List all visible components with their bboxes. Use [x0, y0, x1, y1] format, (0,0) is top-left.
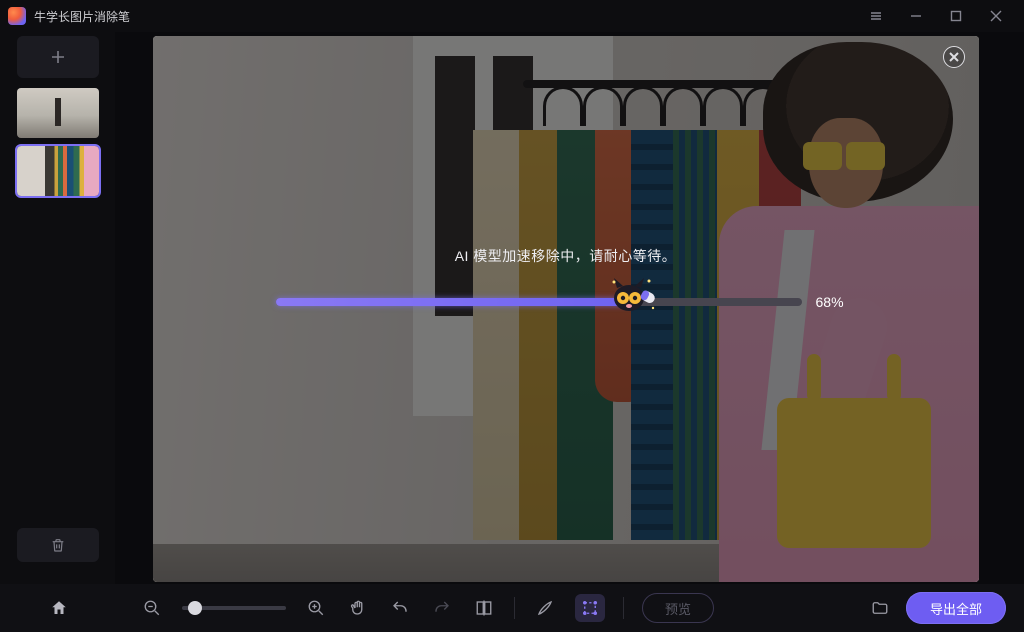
add-image-button[interactable]	[17, 36, 99, 78]
compare-button[interactable]	[472, 596, 496, 620]
app-title: 牛学长图片消除笔	[34, 8, 130, 25]
progress-percent: 68%	[816, 294, 856, 310]
zoom-out-button[interactable]	[140, 596, 164, 620]
delete-button[interactable]	[17, 528, 99, 562]
selection-tool-button[interactable]	[575, 594, 605, 622]
thumbnail-2[interactable]	[17, 146, 99, 196]
progress-label: AI 模型加速移除中，请耐心等待。	[455, 246, 677, 266]
maximize-button[interactable]	[936, 0, 976, 32]
zoom-in-button[interactable]	[304, 596, 328, 620]
open-folder-button[interactable]	[868, 596, 892, 620]
thumbnail-1[interactable]	[17, 88, 99, 138]
bottom-toolbar: 预览 导出全部	[0, 584, 1024, 632]
preview-button-label: 预览	[665, 599, 691, 618]
close-button[interactable]	[976, 0, 1016, 32]
export-all-button[interactable]: 导出全部	[906, 592, 1006, 624]
menu-button[interactable]	[856, 0, 896, 32]
divider	[623, 597, 624, 619]
export-button-label: 导出全部	[930, 599, 982, 618]
zoom-slider[interactable]	[182, 606, 286, 610]
redo-button[interactable]	[430, 596, 454, 620]
home-button[interactable]	[18, 592, 100, 624]
image-stage: AI 模型加速移除中，请耐心等待。	[153, 36, 979, 582]
progress-panel: AI 模型加速移除中，请耐心等待。	[153, 246, 979, 310]
mascot-icon	[609, 274, 657, 318]
canvas-area: AI 模型加速移除中，请耐心等待。	[115, 32, 1024, 584]
preview-button[interactable]: 预览	[642, 593, 714, 623]
pan-hand-button[interactable]	[346, 596, 370, 620]
brush-tool-button[interactable]	[533, 596, 557, 620]
thumbnail-sidebar	[0, 32, 115, 584]
titlebar: 牛学长图片消除笔	[0, 0, 1024, 32]
progress-bar	[276, 298, 802, 306]
cancel-progress-button[interactable]	[943, 46, 965, 68]
undo-button[interactable]	[388, 596, 412, 620]
app-logo-icon	[8, 7, 26, 25]
minimize-button[interactable]	[896, 0, 936, 32]
divider	[514, 597, 515, 619]
